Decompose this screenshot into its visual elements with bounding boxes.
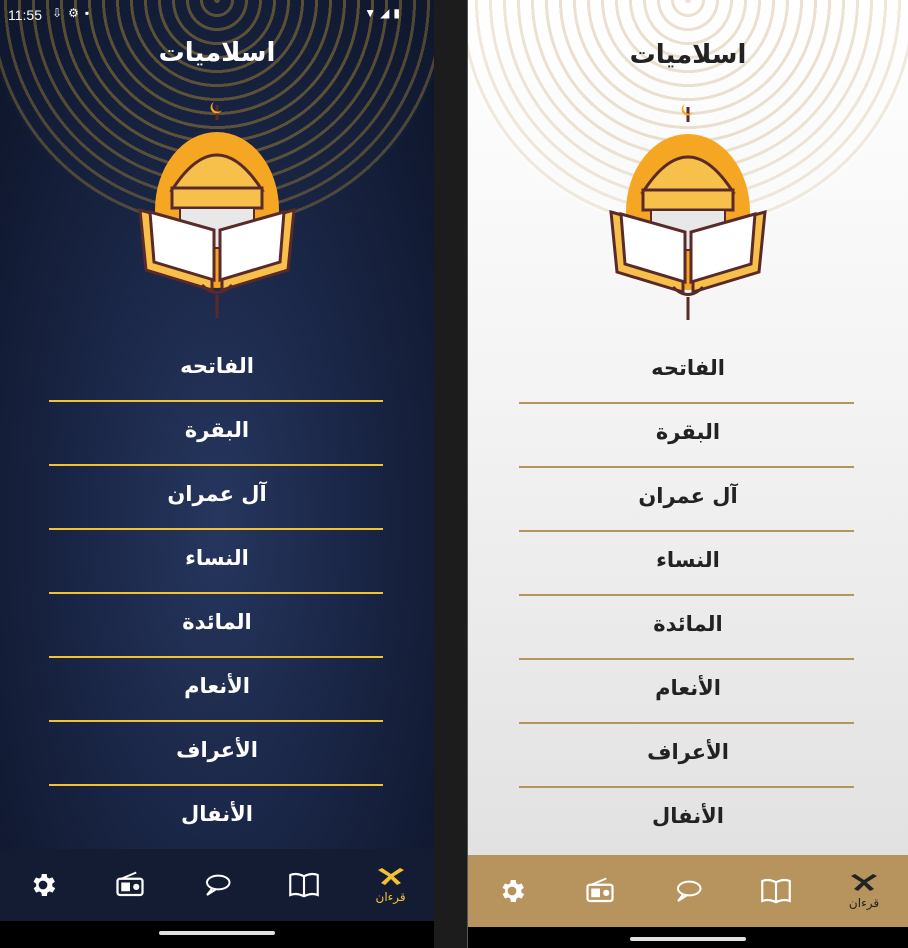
sura-list: الفاتحه البقرة آل عمران النساء المائدة ا… xyxy=(0,338,434,828)
quran-icon xyxy=(851,874,877,891)
sura-name: الأنفال xyxy=(181,802,253,826)
nav-quran-label: قرءان xyxy=(375,890,406,904)
chat-icon xyxy=(677,880,702,902)
sura-name: المائدة xyxy=(182,610,252,634)
gear-icon xyxy=(33,874,56,896)
sura-item[interactable]: الأعراف xyxy=(468,724,908,788)
sura-name: الأنعام xyxy=(184,674,250,698)
sura-item[interactable]: المائدة xyxy=(468,596,908,660)
quran-mosque-logo xyxy=(138,102,296,318)
sura-name: آل عمران xyxy=(167,482,267,506)
bottom-nav: قرءان xyxy=(0,849,434,921)
screen-divider xyxy=(434,0,467,948)
nav-book[interactable] xyxy=(746,861,806,921)
sura-item[interactable]: الأنفال xyxy=(0,786,434,828)
sura-name: البقرة xyxy=(184,418,250,442)
sura-item[interactable]: البقرة xyxy=(468,404,908,468)
gear-icon xyxy=(502,880,525,902)
nav-quran[interactable]: قرءان xyxy=(361,855,421,915)
nav-quran-label: قرءان xyxy=(848,896,880,910)
status-time: 11:55 xyxy=(8,7,42,23)
sura-name: الأنفال xyxy=(652,804,724,828)
battery-icon: ▮ xyxy=(393,6,404,20)
home-indicator[interactable] xyxy=(159,931,275,935)
page-title: اسلاميات xyxy=(158,38,276,68)
sura-item[interactable]: الأنعام xyxy=(0,658,434,722)
quran-icon xyxy=(377,868,404,885)
nav-chat[interactable] xyxy=(658,861,718,921)
sura-item[interactable]: الأعراف xyxy=(0,722,434,786)
nav-radio[interactable] xyxy=(570,861,630,921)
sura-item[interactable]: آل عمران xyxy=(468,468,908,532)
sura-name: الأنعام xyxy=(655,676,721,700)
home-indicator[interactable] xyxy=(630,937,746,941)
status-icons-left: ⇩⚙▪ xyxy=(52,6,95,20)
sura-name: النساء xyxy=(185,546,249,570)
wifi-icon: ▼ xyxy=(364,6,381,20)
nav-radio[interactable] xyxy=(100,855,160,915)
nav-settings[interactable] xyxy=(482,861,542,921)
sura-item[interactable]: البقرة xyxy=(0,402,434,466)
home-indicator-area xyxy=(468,927,908,948)
sura-item[interactable]: الفاتحه xyxy=(0,338,434,402)
sura-name: آل عمران xyxy=(638,484,738,508)
status-bar: 11:55 ⇩⚙▪ ▼◢▮ xyxy=(0,0,434,32)
download-icon: ⇩ xyxy=(52,6,69,20)
sura-name: المائدة xyxy=(653,612,723,636)
settings-status-icon: ⚙ xyxy=(68,6,85,20)
sura-item[interactable]: الأنفال xyxy=(468,788,908,830)
chat-icon xyxy=(205,874,231,896)
sura-item[interactable]: النساء xyxy=(0,530,434,594)
book-icon xyxy=(761,878,791,904)
nav-quran[interactable]: قرءان xyxy=(834,861,894,921)
status-icons-right: ▼◢▮ xyxy=(364,6,404,20)
sura-name: الأعراف xyxy=(176,738,258,762)
sura-name: البقرة xyxy=(655,420,721,444)
bottom-nav: قرءان xyxy=(468,855,908,927)
quran-mosque-logo xyxy=(609,104,767,320)
sura-name: النساء xyxy=(656,548,720,572)
sd-card-icon: ▪ xyxy=(84,6,96,20)
sura-name: الفاتحه xyxy=(180,354,254,378)
sura-name: الأعراف xyxy=(647,740,729,764)
home-indicator-area xyxy=(0,921,434,948)
sura-item[interactable]: النساء xyxy=(468,532,908,596)
sura-name: الفاتحه xyxy=(651,356,725,380)
radio-icon xyxy=(586,877,614,903)
sura-list: الفاتحه البقرة آل عمران النساء المائدة ا… xyxy=(468,340,908,830)
nav-settings[interactable] xyxy=(13,855,73,915)
light-theme-screen: اسلاميات الفاتحه البقرة آل عمران النساء … xyxy=(467,0,908,948)
nav-chat[interactable] xyxy=(187,855,247,915)
sura-item[interactable]: الأنعام xyxy=(468,660,908,724)
radio-icon xyxy=(116,871,144,897)
signal-icon: ◢ xyxy=(380,6,394,20)
page-title: اسلاميات xyxy=(629,40,747,70)
book-icon xyxy=(288,872,319,898)
sura-item[interactable]: آل عمران xyxy=(0,466,434,530)
nav-book[interactable] xyxy=(274,855,334,915)
dark-theme-screen: 11:55 ⇩⚙▪ ▼◢▮ اسلاميات الفاتحه البقرة آل… xyxy=(0,0,434,948)
sura-item[interactable]: الفاتحه xyxy=(468,340,908,404)
sura-item[interactable]: المائدة xyxy=(0,594,434,658)
